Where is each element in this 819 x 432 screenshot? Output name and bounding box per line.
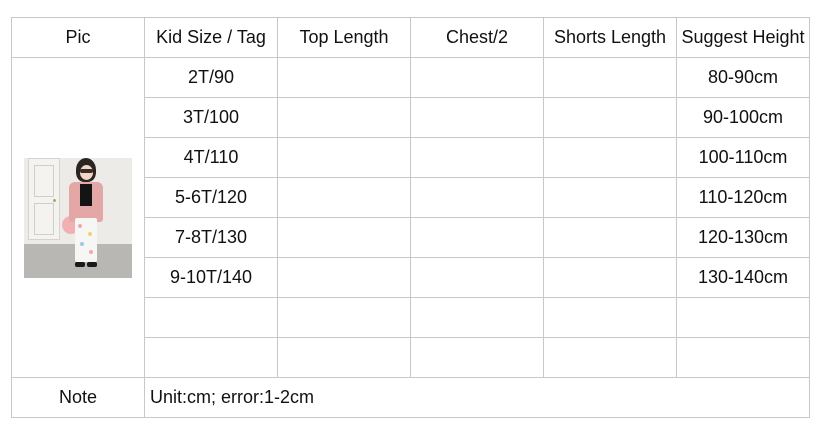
header-kid-size: Kid Size / Tag — [144, 17, 278, 58]
top-length-cell — [277, 137, 411, 178]
note-row: Note Unit:cm; error:1-2cm — [11, 377, 810, 418]
chest-cell — [410, 217, 544, 258]
chest-cell — [410, 177, 544, 218]
height-cell: 100-110cm — [676, 137, 810, 178]
height-cell: 120-130cm — [676, 217, 810, 258]
chest-cell — [410, 257, 544, 298]
door-shape — [28, 157, 60, 240]
note-label: Note — [11, 377, 145, 418]
header-pic: Pic — [11, 17, 145, 58]
chest-cell — [410, 297, 544, 338]
top-length-cell — [277, 57, 411, 98]
pants-shape — [75, 217, 97, 262]
top-length-cell — [277, 297, 411, 338]
chest-cell — [410, 97, 544, 138]
header-row: Pic Kid Size / Tag Top Length Chest/2 Sh… — [11, 17, 810, 58]
shorts-length-cell — [543, 57, 677, 98]
chest-cell — [410, 57, 544, 98]
shorts-length-cell — [543, 257, 677, 298]
header-chest: Chest/2 — [410, 17, 544, 58]
top-length-cell — [277, 257, 411, 298]
photo-cell — [11, 57, 145, 378]
height-cell — [676, 297, 810, 338]
height-cell: 130-140cm — [676, 257, 810, 298]
size-cell: 2T/90 — [144, 57, 278, 98]
height-cell: 90-100cm — [676, 97, 810, 138]
shorts-length-cell — [543, 137, 677, 178]
top-length-cell — [277, 97, 411, 138]
height-cell — [676, 337, 810, 378]
top-length-cell — [277, 337, 411, 378]
chest-cell — [410, 337, 544, 378]
top-length-cell — [277, 177, 411, 218]
product-photo — [24, 157, 132, 278]
height-cell: 80-90cm — [676, 57, 810, 98]
chest-cell — [410, 137, 544, 178]
size-cell: 4T/110 — [144, 137, 278, 178]
note-text: Unit:cm; error:1-2cm — [144, 377, 810, 418]
size-cell — [144, 297, 278, 338]
shorts-length-cell — [543, 217, 677, 258]
size-chart-table: Pic Kid Size / Tag Top Length Chest/2 Sh… — [11, 17, 810, 418]
shorts-length-cell — [543, 297, 677, 338]
size-cell: 7-8T/130 — [144, 217, 278, 258]
shorts-length-cell — [543, 337, 677, 378]
size-cell: 9-10T/140 — [144, 257, 278, 298]
header-shorts-length: Shorts Length — [543, 17, 677, 58]
header-top-length: Top Length — [277, 17, 411, 58]
height-cell: 110-120cm — [676, 177, 810, 218]
size-cell — [144, 337, 278, 378]
size-cell: 3T/100 — [144, 97, 278, 138]
shorts-length-cell — [543, 177, 677, 218]
header-suggest-height: Suggest Height — [676, 17, 810, 58]
size-cell: 5-6T/120 — [144, 177, 278, 218]
top-length-cell — [277, 217, 411, 258]
shorts-length-cell — [543, 97, 677, 138]
table-row: 2T/90 80-90cm — [11, 57, 810, 378]
